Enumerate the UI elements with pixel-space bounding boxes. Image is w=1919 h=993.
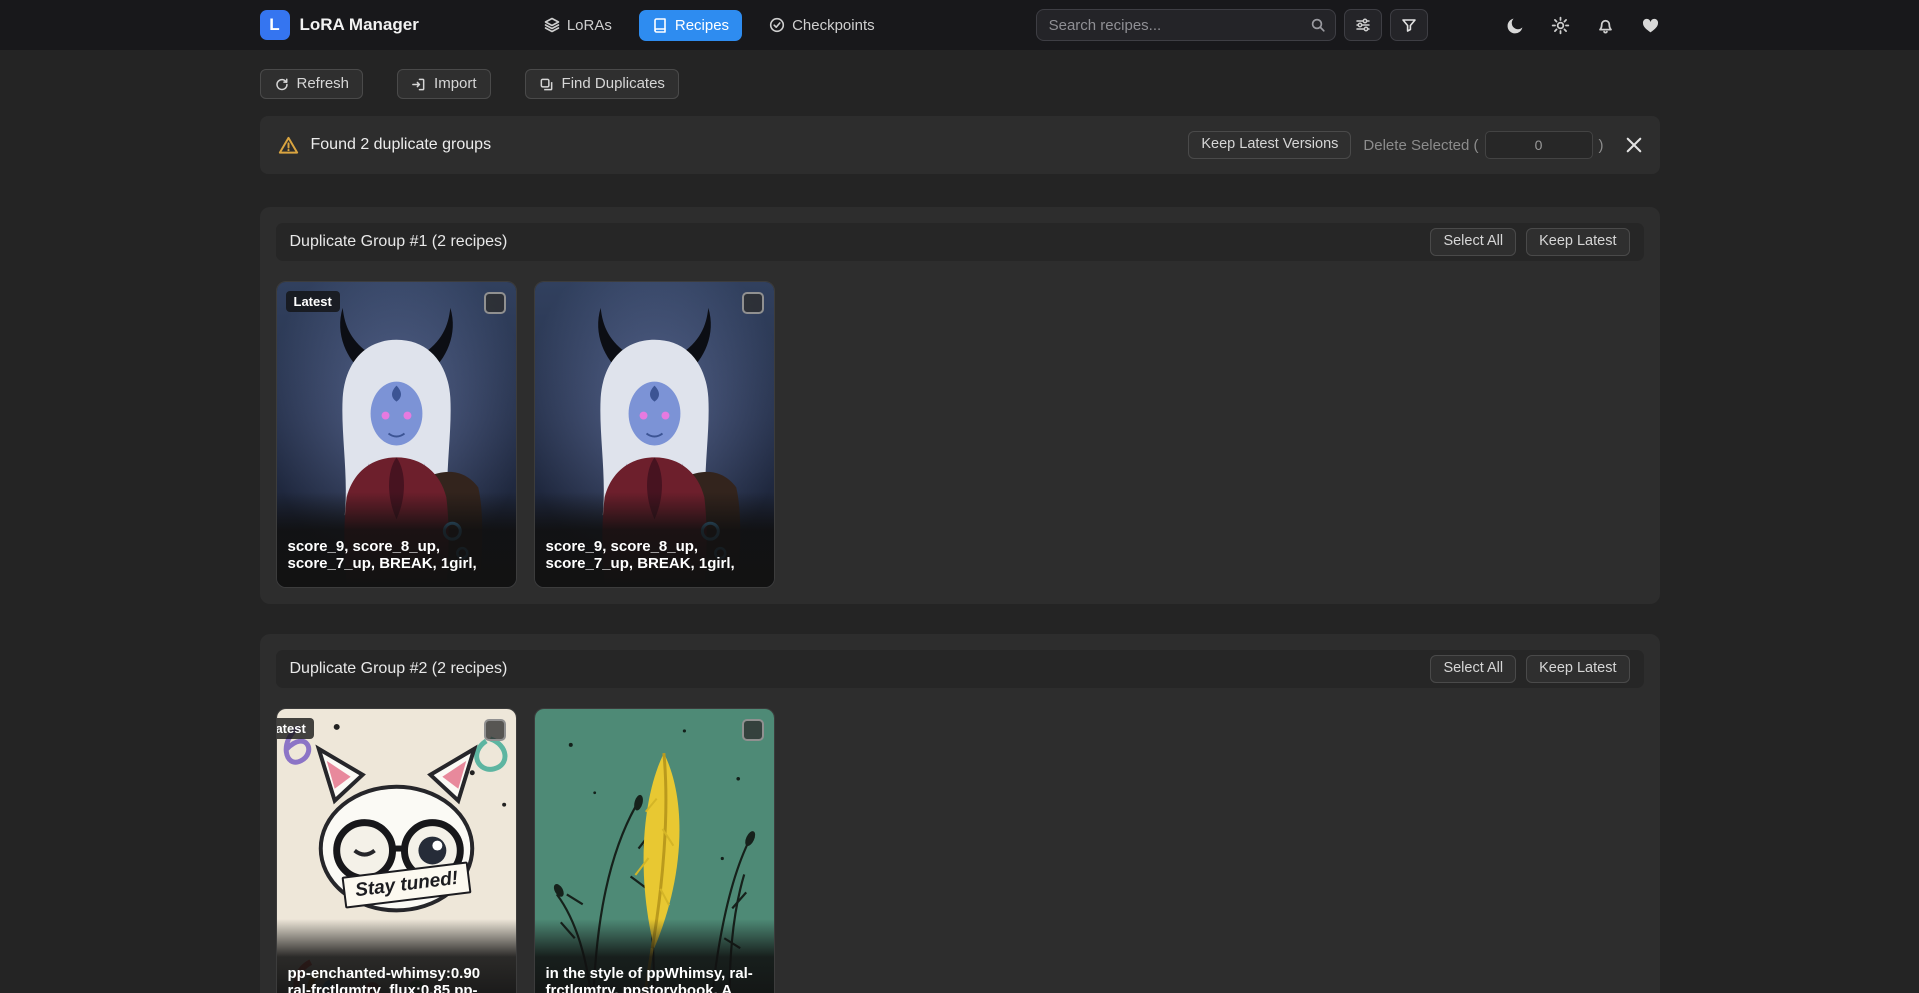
keep-latest-versions-button[interactable]: Keep Latest Versions <box>1188 131 1351 158</box>
sliders-button[interactable] <box>1344 9 1382 41</box>
heart-icon <box>1641 16 1660 35</box>
card-caption: score_9, score_8_up, score_7_up, BREAK, … <box>535 492 774 587</box>
delete-count-input[interactable] <box>1485 131 1593 159</box>
funnel-icon <box>1401 17 1417 33</box>
navbar: L LoRA Manager LoRAs Recipes Checkpoints <box>0 0 1919 50</box>
import-button[interactable]: Import <box>397 69 491 99</box>
duplicates-alert: Found 2 duplicate groups Keep Latest Ver… <box>260 116 1660 174</box>
search-icon <box>1310 17 1326 33</box>
group-title: Duplicate Group #2 (2 recipes) <box>290 660 508 678</box>
toolbar: Refresh Import Find Duplicates <box>260 69 1660 99</box>
layers-icon <box>544 17 560 33</box>
find-duplicates-label: Find Duplicates <box>562 75 665 93</box>
alert-message: Found 2 duplicate groups <box>311 136 492 154</box>
recipe-card[interactable]: Stay tuned! Latest pp-enchanted-whimsy:0… <box>276 708 517 993</box>
main-nav: LoRAs Recipes Checkpoints <box>531 10 888 41</box>
import-icon <box>411 77 426 92</box>
search <box>1036 9 1336 41</box>
recipe-card[interactable]: in the style of ppWhimsy, ral-frctlgmtry… <box>534 708 775 993</box>
card-checkbox[interactable] <box>484 292 506 314</box>
find-duplicates-button[interactable]: Find Duplicates <box>525 69 679 99</box>
gear-icon <box>1551 16 1570 35</box>
card-caption: in the style of ppWhimsy, ral-frctlgmtry… <box>535 919 774 993</box>
card-checkbox[interactable] <box>742 292 764 314</box>
card-checkbox[interactable] <box>742 719 764 741</box>
select-all-button[interactable]: Select All <box>1430 655 1516 682</box>
card-grid: Latest score_9, score_8_up, score_7_up, … <box>276 281 1644 588</box>
app-logo-icon: L <box>260 10 290 40</box>
bell-icon <box>1596 16 1615 35</box>
group-header: Duplicate Group #2 (2 recipes) Select Al… <box>276 650 1644 688</box>
book-icon <box>652 17 668 33</box>
close-icon <box>1626 137 1642 153</box>
tab-loras[interactable]: LoRAs <box>531 10 625 41</box>
duplicate-group-1: Duplicate Group #1 (2 recipes) Select Al… <box>260 207 1660 604</box>
import-label: Import <box>434 75 477 93</box>
duplicates-icon <box>539 77 554 92</box>
alert-actions: Keep Latest Versions Delete Selected ( ) <box>1188 131 1641 159</box>
card-grid: Stay tuned! Latest pp-enchanted-whimsy:0… <box>276 708 1644 993</box>
recipe-card[interactable]: Latest score_9, score_8_up, score_7_up, … <box>276 281 517 588</box>
moon-icon <box>1506 16 1525 35</box>
keep-latest-button[interactable]: Keep Latest <box>1526 228 1629 255</box>
group-actions: Select All Keep Latest <box>1430 655 1629 682</box>
warning-icon <box>278 135 299 156</box>
alert-close-button[interactable] <box>1626 137 1642 153</box>
duplicate-group-2: Duplicate Group #2 (2 recipes) Select Al… <box>260 634 1660 993</box>
tab-label: Checkpoints <box>792 17 875 34</box>
group-actions: Select All Keep Latest <box>1430 228 1629 255</box>
latest-badge: Latest <box>276 718 314 739</box>
tab-recipes[interactable]: Recipes <box>639 10 742 41</box>
notifications-button[interactable] <box>1596 16 1615 35</box>
theme-toggle-button[interactable] <box>1506 16 1525 35</box>
navbar-actions <box>1506 16 1660 35</box>
delete-selected-group: Delete Selected ( ) <box>1363 131 1603 159</box>
refresh-icon <box>274 77 289 92</box>
sliders-icon <box>1355 17 1371 33</box>
card-checkbox[interactable] <box>484 719 506 741</box>
tab-label: LoRAs <box>567 17 612 34</box>
refresh-button[interactable]: Refresh <box>260 69 364 99</box>
tab-label: Recipes <box>675 17 729 34</box>
refresh-label: Refresh <box>297 75 350 93</box>
group-title: Duplicate Group #1 (2 recipes) <box>290 233 508 251</box>
recipe-card[interactable]: score_9, score_8_up, score_7_up, BREAK, … <box>534 281 775 588</box>
main-content: Refresh Import Find Duplicates Found 2 d… <box>260 50 1660 993</box>
favorites-button[interactable] <box>1641 16 1660 35</box>
latest-badge: Latest <box>286 291 340 312</box>
tab-checkpoints[interactable]: Checkpoints <box>756 10 888 41</box>
delete-selected-prefix: Delete Selected ( <box>1363 137 1478 154</box>
card-caption: pp-enchanted-whimsy:0.90 ral-frctlgmtry_… <box>277 919 516 993</box>
filter-button[interactable] <box>1390 9 1428 41</box>
app-title: LoRA Manager <box>300 15 419 35</box>
group-header: Duplicate Group #1 (2 recipes) Select Al… <box>276 223 1644 261</box>
brand[interactable]: L LoRA Manager <box>260 10 419 40</box>
delete-selected-suffix: ) <box>1599 137 1604 154</box>
settings-button[interactable] <box>1551 16 1570 35</box>
card-caption: score_9, score_8_up, score_7_up, BREAK, … <box>277 492 516 587</box>
search-input[interactable] <box>1036 9 1336 41</box>
keep-latest-button[interactable]: Keep Latest <box>1526 655 1629 682</box>
checkpoint-icon <box>769 17 785 33</box>
select-all-button[interactable]: Select All <box>1430 228 1516 255</box>
